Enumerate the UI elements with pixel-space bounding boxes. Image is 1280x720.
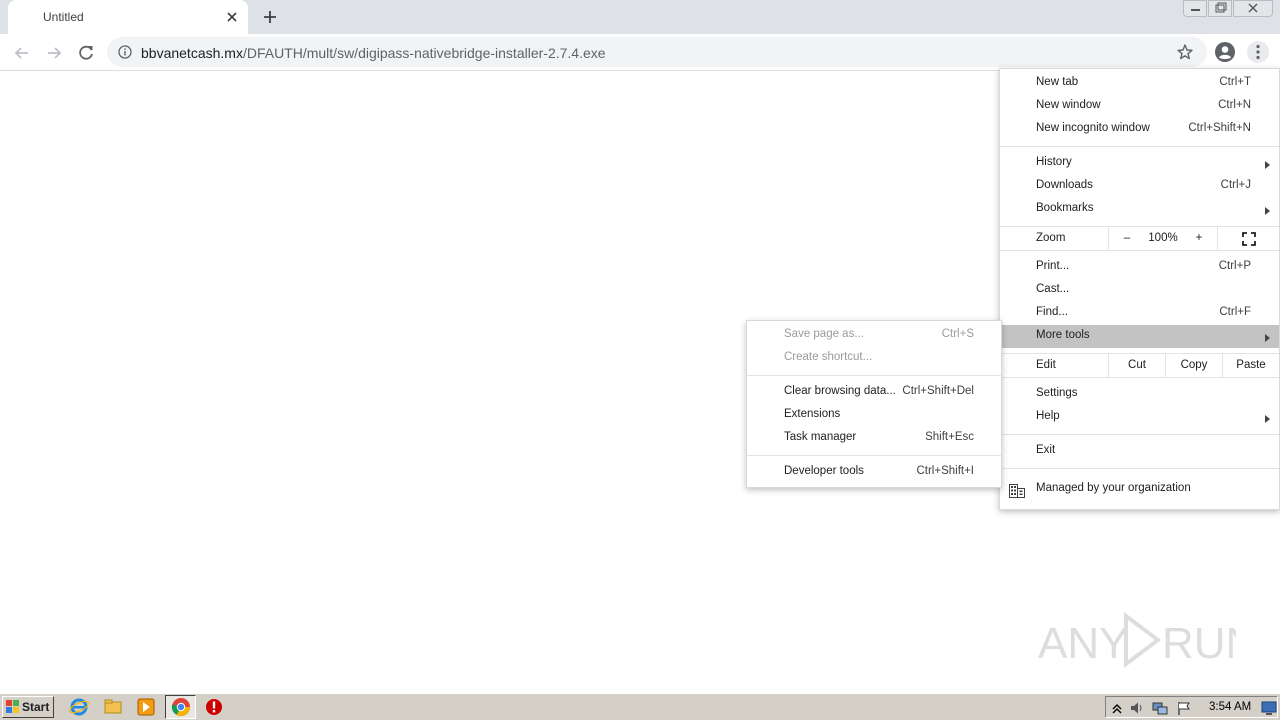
media-player-icon[interactable] bbox=[136, 697, 156, 717]
fullscreen-icon bbox=[1241, 232, 1256, 246]
menu-item-new-incognito-window[interactable]: New incognito window Ctrl+Shift+N bbox=[1000, 118, 1279, 141]
zoom-level-value: 100% bbox=[1148, 232, 1178, 244]
menu-separator bbox=[747, 455, 1001, 456]
internet-explorer-icon[interactable] bbox=[69, 697, 89, 717]
watermark-text-left: ANY bbox=[1038, 619, 1128, 668]
chrome-main-menu: New tab Ctrl+T New window Ctrl+N New inc… bbox=[999, 68, 1280, 510]
menu-item-history[interactable]: History bbox=[1000, 152, 1279, 175]
paste-button[interactable]: Paste bbox=[1222, 354, 1279, 377]
edit-row: Edit Cut Copy Paste bbox=[1000, 353, 1279, 378]
copy-button[interactable]: Copy bbox=[1165, 354, 1222, 377]
opera-warning-icon[interactable] bbox=[204, 697, 224, 717]
menu-item-downloads[interactable]: Downloads Ctrl+J bbox=[1000, 175, 1279, 198]
menu-item-print[interactable]: Print... Ctrl+P bbox=[1000, 256, 1279, 279]
close-window-button[interactable] bbox=[1233, 0, 1273, 17]
url-host: bbvanetcash.mx bbox=[141, 45, 243, 61]
chrome-menu-button[interactable] bbox=[1247, 41, 1269, 63]
submenu-item-task-manager[interactable]: Task manager Shift+Esc bbox=[747, 427, 1001, 450]
url-path: /DFAUTH/mult/sw/digipass-nativebridge-in… bbox=[242, 45, 606, 61]
file-explorer-icon[interactable] bbox=[103, 697, 123, 717]
new-tab-plus-icon[interactable] bbox=[260, 7, 280, 27]
windows-taskbar: Start 3:54 AM bbox=[0, 693, 1280, 720]
more-tools-submenu: Save page as... Ctrl+S Create shortcut..… bbox=[746, 320, 1002, 488]
building-icon bbox=[1009, 484, 1025, 498]
menu-item-exit[interactable]: Exit bbox=[1000, 440, 1279, 463]
submenu-item-clear-browsing-data[interactable]: Clear browsing data... Ctrl+Shift+Del bbox=[747, 381, 1001, 404]
menu-item-new-tab[interactable]: New tab Ctrl+T bbox=[1000, 72, 1279, 95]
bookmark-star-icon[interactable] bbox=[1176, 43, 1194, 61]
submenu-arrow-icon bbox=[1265, 415, 1270, 423]
address-bar[interactable]: bbvanetcash.mx/DFAUTH/mult/sw/digipass-n… bbox=[107, 37, 1207, 67]
menu-item-managed-by-organization[interactable]: Managed by your organization bbox=[1000, 478, 1279, 501]
start-label: Start bbox=[22, 700, 50, 714]
tab-title: Untitled bbox=[43, 10, 84, 24]
menu-item-settings[interactable]: Settings bbox=[1000, 383, 1279, 406]
profile-avatar-icon[interactable] bbox=[1214, 41, 1236, 63]
system-tray: 3:54 AM bbox=[1105, 696, 1278, 718]
site-info-icon[interactable] bbox=[118, 45, 132, 59]
zoom-label: Zoom bbox=[1036, 232, 1066, 244]
submenu-item-save-page-as[interactable]: Save page as... Ctrl+S bbox=[747, 324, 1001, 347]
windows-flag-icon bbox=[6, 700, 19, 713]
taskbar-chrome-button[interactable] bbox=[165, 695, 196, 719]
browser-toolbar: bbvanetcash.mx/DFAUTH/mult/sw/digipass-n… bbox=[0, 34, 1280, 71]
restore-window-button[interactable] bbox=[1208, 0, 1232, 17]
back-arrow-icon[interactable] bbox=[11, 42, 33, 64]
submenu-arrow-icon bbox=[1265, 161, 1270, 169]
menu-item-bookmarks[interactable]: Bookmarks bbox=[1000, 198, 1279, 221]
close-tab-icon[interactable] bbox=[224, 9, 240, 25]
show-desktop-icon[interactable] bbox=[1261, 700, 1277, 716]
chrome-icon bbox=[171, 698, 190, 717]
menu-item-help[interactable]: Help bbox=[1000, 406, 1279, 429]
menu-separator bbox=[1000, 434, 1279, 435]
tab-strip: Untitled bbox=[0, 0, 1280, 34]
submenu-item-developer-tools[interactable]: Developer tools Ctrl+Shift+I bbox=[747, 461, 1001, 484]
menu-separator bbox=[747, 375, 1001, 376]
submenu-item-extensions[interactable]: Extensions bbox=[747, 404, 1001, 427]
submenu-item-create-shortcut[interactable]: Create shortcut... bbox=[747, 347, 1001, 370]
fullscreen-button[interactable] bbox=[1217, 227, 1279, 250]
show-hidden-icons-chevron-icon[interactable] bbox=[1109, 700, 1125, 716]
browser-tab[interactable]: Untitled bbox=[8, 0, 248, 34]
menu-separator bbox=[1000, 468, 1279, 469]
menu-item-cast[interactable]: Cast... bbox=[1000, 279, 1279, 302]
zoom-row: Zoom – 100% + bbox=[1000, 226, 1279, 251]
reload-icon[interactable] bbox=[75, 42, 97, 64]
start-button[interactable]: Start bbox=[2, 696, 54, 718]
taskbar-clock: 3:54 AM bbox=[1209, 701, 1252, 713]
menu-item-new-window[interactable]: New window Ctrl+N bbox=[1000, 95, 1279, 118]
submenu-arrow-icon bbox=[1265, 334, 1270, 342]
edit-label: Edit bbox=[1036, 359, 1056, 371]
menu-separator bbox=[1000, 146, 1279, 147]
cut-button[interactable]: Cut bbox=[1108, 354, 1165, 377]
url-text: bbvanetcash.mx/DFAUTH/mult/sw/digipass-n… bbox=[141, 45, 606, 61]
menu-item-more-tools[interactable]: More tools bbox=[1000, 325, 1279, 348]
forward-arrow-icon[interactable] bbox=[43, 42, 65, 64]
three-dots-vertical-icon bbox=[1256, 44, 1260, 60]
network-icon[interactable] bbox=[1152, 700, 1168, 716]
zoom-in-button[interactable]: + bbox=[1181, 227, 1217, 250]
zoom-out-button[interactable]: – bbox=[1108, 227, 1145, 250]
minimize-window-button[interactable] bbox=[1183, 0, 1207, 17]
menu-item-find[interactable]: Find... Ctrl+F bbox=[1000, 302, 1279, 325]
anyrun-watermark-logo: ANY RUN bbox=[1038, 612, 1236, 668]
submenu-arrow-icon bbox=[1265, 207, 1270, 215]
action-center-flag-icon[interactable] bbox=[1176, 700, 1192, 716]
volume-speaker-icon[interactable] bbox=[1129, 700, 1145, 716]
watermark-text-right: RUN bbox=[1162, 619, 1236, 668]
